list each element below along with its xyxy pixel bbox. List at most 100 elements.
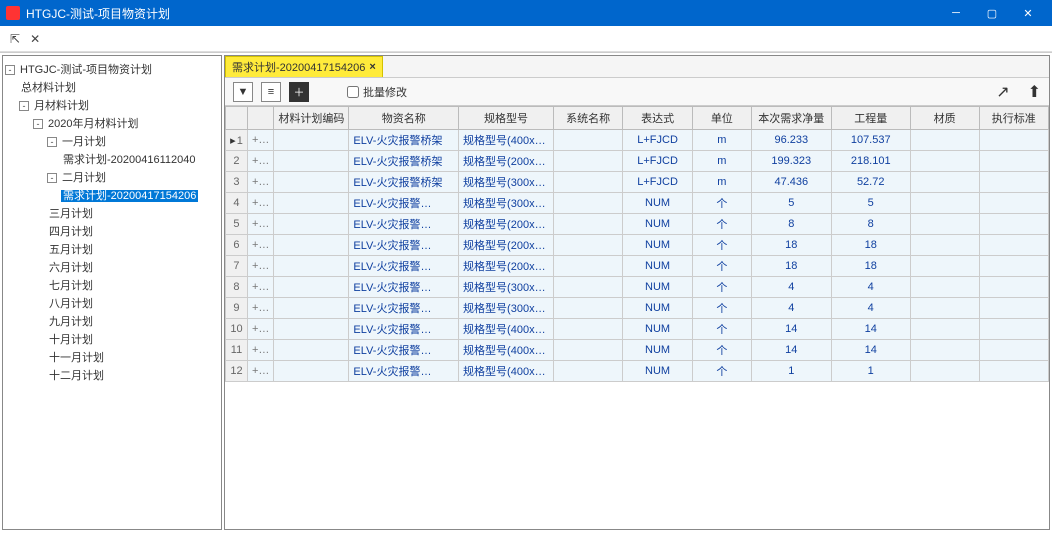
cell-spec[interactable]: 规格型号(200x… — [459, 214, 554, 235]
cell-expr[interactable]: L+FJCD — [623, 130, 692, 151]
row-expand-icon[interactable]: +… — [247, 130, 273, 151]
cell-spec[interactable]: 规格型号(400x… — [459, 361, 554, 382]
cell-name[interactable]: ELV-火灾报警… — [349, 361, 459, 382]
cell-unit[interactable]: 个 — [692, 214, 751, 235]
cell-eng[interactable]: 18 — [831, 235, 910, 256]
cell-eng[interactable]: 5 — [831, 193, 910, 214]
cell-expr[interactable]: NUM — [623, 235, 692, 256]
cell-unit[interactable]: 个 — [692, 235, 751, 256]
cell-unit[interactable]: m — [692, 172, 751, 193]
cell-std[interactable] — [979, 193, 1049, 214]
tree-item-m7[interactable]: 七月计划 — [47, 280, 95, 292]
batch-edit-checkbox[interactable]: 批量修改 — [347, 84, 407, 100]
row-expand-icon[interactable]: +… — [247, 256, 273, 277]
table-row[interactable]: 12+…ELV-火灾报警…规格型号(400x…NUM个11 — [226, 361, 1049, 382]
cell-sys[interactable] — [553, 361, 622, 382]
cell-unit[interactable]: 个 — [692, 256, 751, 277]
cell-mat[interactable] — [910, 277, 979, 298]
cell-mat[interactable] — [910, 151, 979, 172]
cell-std[interactable] — [979, 235, 1049, 256]
cell-code[interactable] — [274, 319, 349, 340]
cell-spec[interactable]: 规格型号(400x… — [459, 340, 554, 361]
tree-item-m2[interactable]: 二月计划 — [60, 172, 108, 184]
tree-item-2020[interactable]: 2020年月材料计划 — [46, 118, 140, 130]
cell-unit[interactable]: 个 — [692, 361, 751, 382]
cell-sys[interactable] — [553, 256, 622, 277]
cell-name[interactable]: ELV-火灾报警桥架 — [349, 172, 459, 193]
row-expand-icon[interactable]: +… — [247, 277, 273, 298]
ribbon-expand-icon[interactable]: ✕ — [30, 32, 40, 46]
cell-qty[interactable]: 1 — [751, 361, 831, 382]
cell-sys[interactable] — [553, 193, 622, 214]
cell-expr[interactable]: NUM — [623, 214, 692, 235]
cell-mat[interactable] — [910, 214, 979, 235]
cell-std[interactable] — [979, 172, 1049, 193]
table-row[interactable]: 8+…ELV-火灾报警…规格型号(300x…NUM个44 — [226, 277, 1049, 298]
cell-expr[interactable]: L+FJCD — [623, 151, 692, 172]
tree-toggle-icon[interactable]: - — [47, 137, 57, 147]
cell-qty[interactable]: 14 — [751, 319, 831, 340]
cell-qty[interactable]: 18 — [751, 235, 831, 256]
cell-code[interactable] — [274, 130, 349, 151]
cell-std[interactable] — [979, 319, 1049, 340]
cell-qty[interactable]: 4 — [751, 277, 831, 298]
table-row[interactable]: 4+…ELV-火灾报警…规格型号(300x…NUM个55 — [226, 193, 1049, 214]
cell-qty[interactable]: 4 — [751, 298, 831, 319]
cell-unit[interactable]: 个 — [692, 298, 751, 319]
export-icon[interactable]: ↗ — [996, 82, 1009, 102]
cell-code[interactable] — [274, 214, 349, 235]
table-row[interactable]: 2+…ELV-火灾报警桥架规格型号(200x…L+FJCDm199.323218… — [226, 151, 1049, 172]
cell-unit[interactable]: 个 — [692, 193, 751, 214]
tree-toggle-icon[interactable]: - — [19, 101, 29, 111]
cell-eng[interactable]: 218.101 — [831, 151, 910, 172]
cell-code[interactable] — [274, 277, 349, 298]
close-button[interactable]: ✕ — [1010, 0, 1046, 26]
cell-qty[interactable]: 96.233 — [751, 130, 831, 151]
cell-unit[interactable]: 个 — [692, 277, 751, 298]
cell-unit[interactable]: m — [692, 151, 751, 172]
tree-root[interactable]: HTGJC-测试-项目物资计划 — [18, 64, 154, 76]
tree-toggle-icon[interactable]: - — [47, 173, 57, 183]
cell-code[interactable] — [274, 256, 349, 277]
row-expand-icon[interactable]: +… — [247, 235, 273, 256]
cell-std[interactable] — [979, 130, 1049, 151]
cell-spec[interactable]: 规格型号(300x… — [459, 172, 554, 193]
table-row[interactable]: 11+…ELV-火灾报警…规格型号(400x…NUM个1414 — [226, 340, 1049, 361]
cell-spec[interactable]: 规格型号(200x… — [459, 151, 554, 172]
row-expand-icon[interactable]: +… — [247, 361, 273, 382]
cell-eng[interactable]: 4 — [831, 277, 910, 298]
table-row[interactable]: 6+…ELV-火灾报警…规格型号(200x…NUM个1818 — [226, 235, 1049, 256]
cell-spec[interactable]: 规格型号(300x… — [459, 277, 554, 298]
toolbar-btn-2[interactable]: ≡ — [261, 82, 281, 102]
cell-std[interactable] — [979, 298, 1049, 319]
cell-unit[interactable]: m — [692, 130, 751, 151]
cell-std[interactable] — [979, 151, 1049, 172]
cell-code[interactable] — [274, 361, 349, 382]
minimize-button[interactable]: ─ — [938, 0, 974, 26]
tree-item-total[interactable]: 总材料计划 — [19, 82, 78, 94]
tree-item-m10[interactable]: 十月计划 — [47, 334, 95, 346]
cell-spec[interactable]: 规格型号(300x… — [459, 298, 554, 319]
tree-toggle-icon[interactable]: - — [5, 65, 15, 75]
cell-sys[interactable] — [553, 319, 622, 340]
toolbar-btn-1[interactable]: ▼ — [233, 82, 253, 102]
table-row[interactable]: 5+…ELV-火灾报警…规格型号(200x…NUM个88 — [226, 214, 1049, 235]
col-eng[interactable]: 工程量 — [831, 107, 910, 130]
cell-name[interactable]: ELV-火灾报警… — [349, 298, 459, 319]
cell-sys[interactable] — [553, 214, 622, 235]
col-std[interactable]: 执行标准 — [979, 107, 1049, 130]
cell-expr[interactable]: NUM — [623, 340, 692, 361]
cell-code[interactable] — [274, 193, 349, 214]
cell-mat[interactable] — [910, 361, 979, 382]
cell-qty[interactable]: 14 — [751, 340, 831, 361]
col-name[interactable]: 物资名称 — [349, 107, 459, 130]
table-row[interactable]: 10+…ELV-火灾报警…规格型号(400x…NUM个1414 — [226, 319, 1049, 340]
tree-item-month[interactable]: 月材料计划 — [32, 100, 91, 112]
tree-toggle-icon[interactable]: - — [33, 119, 43, 129]
batch-edit-input[interactable] — [347, 86, 359, 98]
cell-expr[interactable]: NUM — [623, 319, 692, 340]
cell-qty[interactable]: 199.323 — [751, 151, 831, 172]
cell-code[interactable] — [274, 298, 349, 319]
cell-code[interactable] — [274, 235, 349, 256]
cell-sys[interactable] — [553, 277, 622, 298]
